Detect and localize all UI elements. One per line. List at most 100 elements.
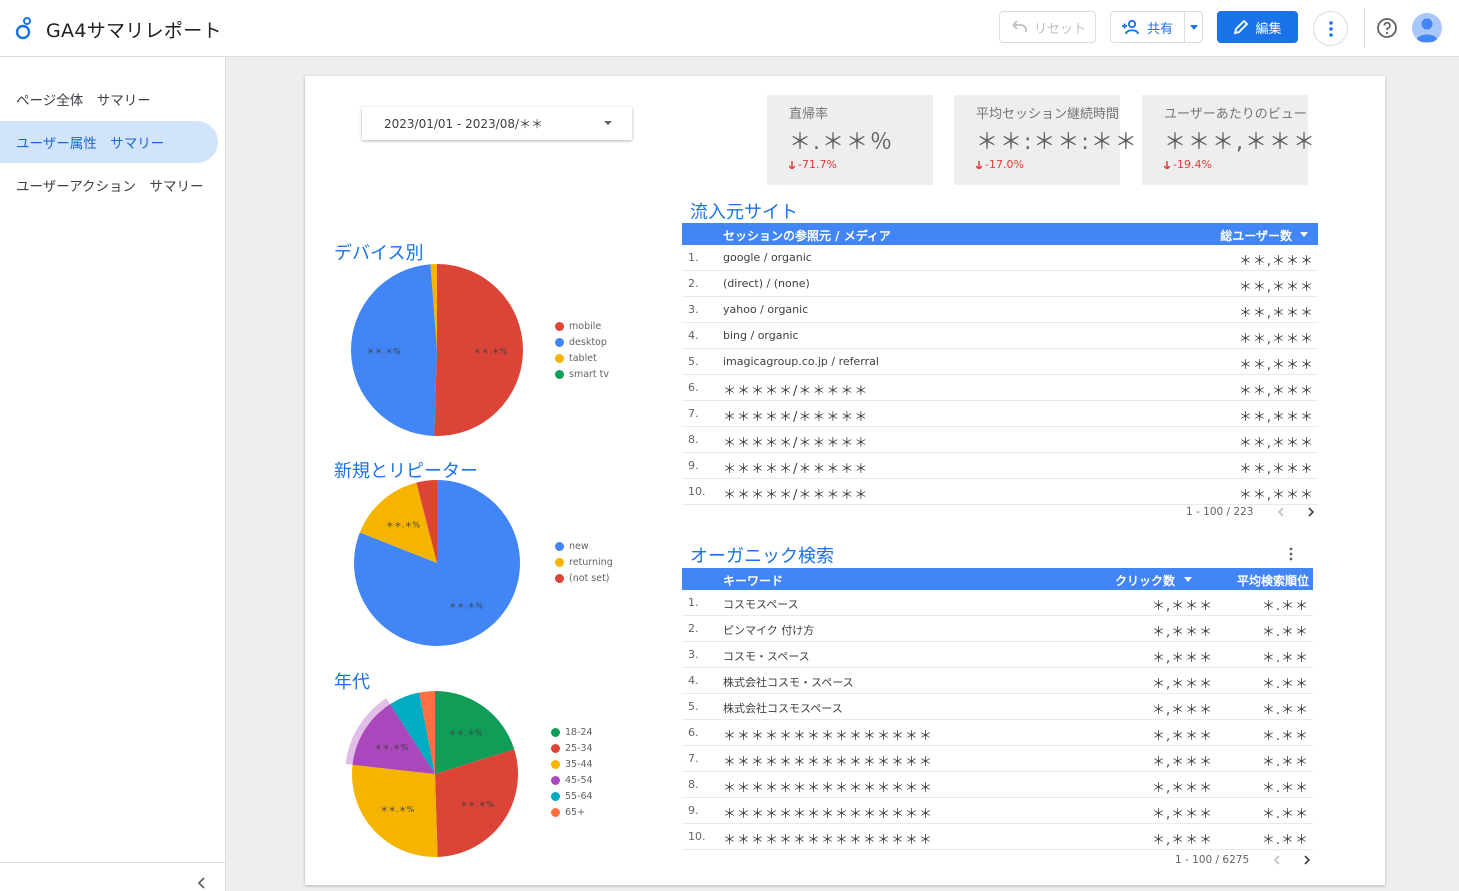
organic-search-table: キーワード クリック数 平均検索順位 1. コスモスペース ＊,＊＊＊ ＊.＊＊ 2. ピ… [682,568,1313,850]
sort-desc-icon[interactable] [1184,577,1192,582]
row-source-medium: ＊＊＊＊＊/＊＊＊＊＊ [723,410,869,425]
kpi-value: ＊＊:＊＊:＊＊ [976,130,1139,155]
table-row[interactable]: 3. yahoo / organic ＊＊,＊＊＊ [682,297,1318,323]
arrow-down-icon [789,160,795,169]
nav-item-page-summary[interactable]: ページ全体 サマリー [0,78,218,120]
legend-item-45-54[interactable]: 45-54 [551,772,593,788]
legend-item-returning[interactable]: returning [555,554,613,570]
column-header-avg-position[interactable]: 平均検索順位 [1237,572,1309,589]
row-index: 3. [688,303,699,316]
table-row[interactable]: 10. ＊＊＊＊＊/＊＊＊＊＊ ＊＊,＊＊＊ [682,479,1318,505]
legend-item-smart-tv[interactable]: smart tv [555,366,609,382]
table-row[interactable]: 6. ＊＊＊＊＊＊＊＊＊＊＊＊＊＊＊ ＊,＊＊＊ ＊.＊＊ [682,720,1313,746]
help-icon[interactable] [1375,16,1399,40]
share-button[interactable]: 共有 [1110,11,1203,43]
age-pie-chart[interactable]: ＊＊.＊% ＊＊.＊% ＊＊.＊% ＊＊.＊% [345,682,535,862]
column-header-keyword[interactable]: キーワード [723,572,783,589]
sort-desc-icon[interactable] [1300,232,1308,237]
column-header-source-medium[interactable]: セッションの参照元 / メディア [723,227,891,244]
table-row[interactable]: 9. ＊＊＊＊＊＊＊＊＊＊＊＊＊＊＊ ＊,＊＊＊ ＊.＊＊ [682,798,1313,824]
column-header-clicks[interactable]: クリック数 [1115,572,1175,589]
legend-item-mobile[interactable]: mobile [555,318,609,334]
undo-icon [1012,20,1027,32]
more-options-button[interactable] [1313,11,1348,46]
kpi-bounce-rate[interactable]: 直帰率 ＊.＊＊％ -71.7% [767,95,933,185]
kpi-delta-value: -17.0% [985,158,1024,171]
legend-item-25-34[interactable]: 25-34 [551,740,593,756]
row-avg-position: ＊.＊＊ [1261,625,1309,640]
row-total-users: ＊＊,＊＊＊ [1238,306,1314,321]
table-row[interactable]: 8. ＊＊＊＊＊＊＊＊＊＊＊＊＊＊＊ ＊,＊＊＊ ＊.＊＊ [682,772,1313,798]
nav-item-user-attributes-summary[interactable]: ユーザー属性 サマリー [0,121,218,163]
kpi-avg-session-duration[interactable]: 平均セッション継続時間 ＊＊:＊＊:＊＊ -17.0% [954,95,1139,185]
chevron-right-icon[interactable] [1305,506,1317,518]
row-clicks: ＊,＊＊＊ [1152,755,1214,770]
edit-button[interactable]: 編集 [1217,11,1298,43]
more-vert-icon[interactable] [1283,546,1299,562]
table-row[interactable]: 7. ＊＊＊＊＊/＊＊＊＊＊ ＊＊,＊＊＊ [682,401,1318,427]
report-title[interactable]: GA4サマリレポート [46,16,222,43]
new-returning-pie-chart[interactable]: ＊＊.＊% ＊＊.＊% [349,478,529,648]
share-dropdown-button[interactable] [1185,24,1202,30]
row-source-medium: imagicagroup.co.jp / referral [723,355,879,368]
reset-button[interactable]: リセット [999,11,1096,43]
table-body: 1. コスモスペース ＊,＊＊＊ ＊.＊＊ 2. ピンマイク 付け方 ＊,＊＊＊ ＊.＊＊ 3.… [682,590,1313,850]
kpi-label: 直帰率 [789,107,829,122]
table-row[interactable]: 4. bing / organic ＊＊,＊＊＊ [682,323,1318,349]
device-pie-chart[interactable]: ＊＊.＊% ＊＊.＊% [349,264,529,439]
row-clicks: ＊,＊＊＊ [1152,703,1214,718]
legend-item-65-plus[interactable]: 65+ [551,804,593,820]
slice-label: ＊＊.＊% [449,602,484,611]
table-row[interactable]: 5. imagicagroup.co.jp / referral ＊＊,＊＊＊ [682,349,1318,375]
table-row[interactable]: 1. コスモスペース ＊,＊＊＊ ＊.＊＊ [682,590,1313,616]
looker-studio-logo-icon[interactable] [13,15,35,41]
account-avatar[interactable] [1412,13,1442,43]
legend-item-18-24[interactable]: 18-24 [551,724,593,740]
row-index: 5. [688,355,699,368]
legend-item-tablet[interactable]: tablet [555,350,609,366]
table-row[interactable]: 6. ＊＊＊＊＊/＊＊＊＊＊ ＊＊,＊＊＊ [682,375,1318,401]
chevron-left-icon[interactable] [1271,854,1283,866]
kpi-views-per-user[interactable]: ユーザーあたりのビュー ＊＊＊,＊＊＊ -19.4% [1142,95,1315,185]
row-source-medium: ＊＊＊＊＊/＊＊＊＊＊ [723,436,869,451]
toolbar-divider [1364,8,1365,48]
table-row[interactable]: 1. google / organic ＊＊,＊＊＊ [682,245,1318,271]
legend-item-not-set[interactable]: (not set) [555,570,613,586]
newrep-legend: new returning (not set) [555,538,613,586]
table-row[interactable]: 4. 株式会社コスモ・スペース ＊,＊＊＊ ＊.＊＊ [682,668,1313,694]
row-total-users: ＊＊,＊＊＊ [1238,280,1314,295]
row-keyword: ＊＊＊＊＊＊＊＊＊＊＊＊＊＊＊ [723,729,934,744]
table-row[interactable]: 8. ＊＊＊＊＊/＊＊＊＊＊ ＊＊,＊＊＊ [682,427,1318,453]
kpi-delta: -71.7% [789,158,933,171]
column-header-total-users[interactable]: 総ユーザー数 [1220,227,1292,244]
table-row[interactable]: 3. コスモ・スペース ＊,＊＊＊ ＊.＊＊ [682,642,1313,668]
row-keyword: コスモ・スペース [723,650,810,663]
legend-item-desktop[interactable]: desktop [555,334,609,350]
reset-label: リセット [1034,21,1087,37]
date-range-picker[interactable]: 2023/01/01 - 2023/08/＊＊ [362,107,632,140]
row-avg-position: ＊.＊＊ [1261,755,1309,770]
table-row[interactable]: 9. ＊＊＊＊＊/＊＊＊＊＊ ＊＊,＊＊＊ [682,453,1318,479]
referral-table: セッションの参照元 / メディア 総ユーザー数 1. google / organ… [682,223,1318,505]
row-keyword: ＊＊＊＊＊＊＊＊＊＊＊＊＊＊＊ [723,755,934,770]
chevron-right-icon[interactable] [1301,854,1313,866]
table-row[interactable]: 2. ピンマイク 付け方 ＊,＊＊＊ ＊.＊＊ [682,616,1313,642]
slice-label: ＊＊.＊% [386,520,421,529]
legend-item-35-44[interactable]: 35-44 [551,756,593,772]
row-index: 2. [688,277,699,290]
kpi-label: 平均セッション継続時間 [976,107,1120,122]
row-source-medium: ＊＊＊＊＊/＊＊＊＊＊ [723,488,869,503]
table-row[interactable]: 10. ＊＊＊＊＊＊＊＊＊＊＊＊＊＊＊ ＊,＊＊＊ ＊.＊＊ [682,824,1313,850]
chevron-left-icon[interactable] [194,875,210,891]
table-row[interactable]: 5. 株式会社コスモスペース ＊,＊＊＊ ＊.＊＊ [682,694,1313,720]
chevron-left-icon[interactable] [1275,506,1287,518]
row-index: 3. [688,648,699,661]
table-row[interactable]: 2. (direct) / (none) ＊＊,＊＊＊ [682,271,1318,297]
referral-table-title: 流入元サイト [690,202,798,223]
nav-item-user-actions-summary[interactable]: ユーザーアクション サマリー [0,164,218,206]
legend-item-55-64[interactable]: 55-64 [551,788,593,804]
kpi-delta-value: -19.4% [1173,158,1212,171]
legend-item-new[interactable]: new [555,538,613,554]
row-index: 6. [688,726,699,739]
table-row[interactable]: 7. ＊＊＊＊＊＊＊＊＊＊＊＊＊＊＊ ＊,＊＊＊ ＊.＊＊ [682,746,1313,772]
